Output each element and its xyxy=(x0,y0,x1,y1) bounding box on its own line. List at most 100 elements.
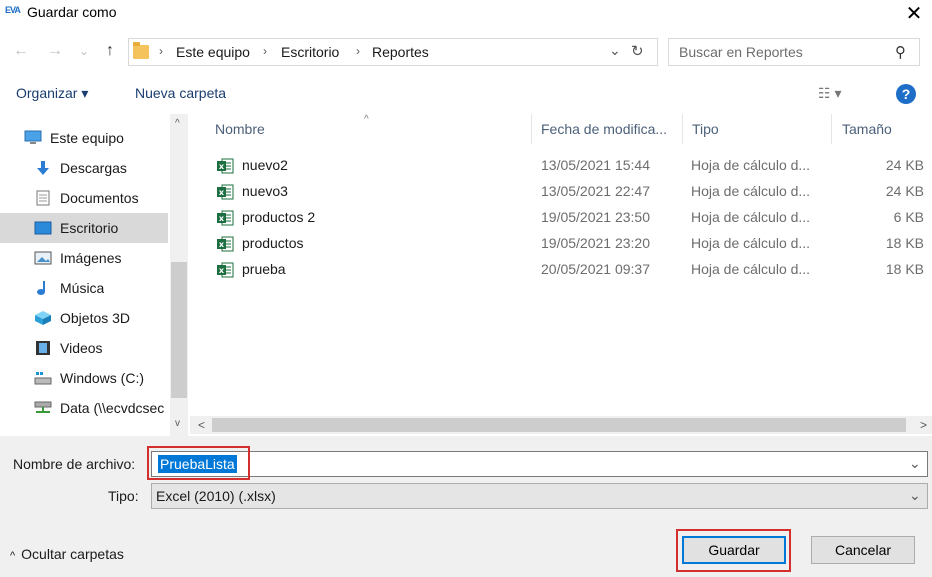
view-options-button[interactable]: ☷ ▾ xyxy=(818,85,841,102)
sidebar-scroll-down-icon[interactable]: v xyxy=(175,418,180,429)
search-input[interactable]: Buscar en Reportes xyxy=(679,44,803,60)
column-header-date[interactable]: Fecha de modifica... xyxy=(541,121,667,137)
column-divider[interactable] xyxy=(831,114,832,144)
computer-icon xyxy=(24,130,42,146)
sidebar-item-imagenes[interactable]: Imágenes xyxy=(0,243,168,273)
file-date: 13/05/2021 22:47 xyxy=(541,183,650,199)
file-type: Hoja de cálculo d... xyxy=(691,209,811,225)
file-type-select[interactable]: Excel (2010) (.xlsx) ⌄ xyxy=(151,483,928,509)
excel-file-icon: x xyxy=(217,236,234,252)
sidebar-item-label: Descargas xyxy=(60,160,127,176)
title-bar: EVA Guardar como ✕ xyxy=(0,0,932,26)
close-button[interactable]: ✕ xyxy=(896,0,932,26)
breadcrumb-separator: › xyxy=(356,44,360,58)
table-row[interactable]: x productos 19/05/2021 23:20 Hoja de cál… xyxy=(190,231,932,257)
sidebar-item-label: Videos xyxy=(60,340,103,356)
up-button[interactable]: ↑ xyxy=(99,40,121,62)
file-type-dropdown-icon[interactable]: ⌄ xyxy=(909,487,921,504)
sidebar-item-documentos[interactable]: Documentos xyxy=(0,183,168,213)
breadcrumb-separator: › xyxy=(159,44,163,58)
sidebar-item-label: Objetos 3D xyxy=(60,310,131,326)
file-type-value: Excel (2010) (.xlsx) xyxy=(156,488,276,504)
table-row[interactable]: x nuevo2 13/05/2021 15:44 Hoja de cálcul… xyxy=(190,153,932,179)
network-drive-icon xyxy=(34,400,52,416)
file-size: 18 KB xyxy=(885,261,924,277)
search-icon[interactable]: ⚲ xyxy=(895,43,906,61)
sidebar-item-label: Windows (C:) xyxy=(60,370,145,386)
desktop-icon xyxy=(34,220,52,236)
excel-file-icon: x xyxy=(217,158,234,174)
table-row[interactable]: x prueba 20/05/2021 09:37 Hoja de cálcul… xyxy=(190,257,932,283)
back-button[interactable]: ← xyxy=(10,40,32,62)
column-divider[interactable] xyxy=(531,114,532,144)
sort-ascending-icon: ^ xyxy=(364,114,369,125)
file-name: nuevo2 xyxy=(242,157,288,173)
help-icon[interactable]: ? xyxy=(896,84,916,104)
sidebar-item-objetos-3d[interactable]: Objetos 3D xyxy=(0,303,168,333)
filename-dropdown-icon[interactable]: ⌄ xyxy=(909,455,921,472)
film-icon xyxy=(34,340,52,356)
forward-button[interactable]: → xyxy=(44,40,66,62)
sidebar-scroll-up-icon[interactable]: ^ xyxy=(175,118,180,129)
column-header-name[interactable]: Nombre xyxy=(215,121,265,137)
sidebar-item-windows-c[interactable]: Windows (C:) xyxy=(0,363,168,393)
breadcrumb-separator: › xyxy=(263,44,267,58)
svg-text:x: x xyxy=(219,214,225,223)
sidebar-item-escritorio[interactable]: Escritorio xyxy=(0,213,168,243)
hide-folders-label: Ocultar carpetas xyxy=(21,546,124,562)
file-name: prueba xyxy=(242,261,286,277)
sidebar-item-musica[interactable]: Música xyxy=(0,273,168,303)
column-header-type[interactable]: Tipo xyxy=(692,121,719,137)
file-name: productos xyxy=(242,235,304,251)
sidebar-item-label: Documentos xyxy=(60,190,139,206)
sidebar-item-data-network[interactable]: Data (\\ecvdcsec xyxy=(0,393,168,423)
sidebar-item-videos[interactable]: Videos xyxy=(0,333,168,363)
file-size: 6 KB xyxy=(893,209,924,225)
scroll-right-icon[interactable]: > xyxy=(920,418,927,432)
column-header-size[interactable]: Tamaño xyxy=(842,121,892,137)
window-title: Guardar como xyxy=(27,4,117,20)
file-date: 19/05/2021 23:20 xyxy=(541,235,650,251)
new-folder-button[interactable]: Nueva carpeta xyxy=(135,85,226,101)
breadcrumb-escritorio[interactable]: Escritorio xyxy=(281,44,339,60)
file-size: 24 KB xyxy=(885,183,924,199)
svg-text:x: x xyxy=(219,162,225,171)
file-type: Hoja de cálculo d... xyxy=(691,183,811,199)
cancel-button[interactable]: Cancelar xyxy=(811,536,915,564)
save-button[interactable]: Guardar xyxy=(682,536,786,564)
cube-icon xyxy=(34,310,52,326)
pictures-icon xyxy=(34,250,52,266)
document-icon xyxy=(34,190,52,206)
filename-label: Nombre de archivo: xyxy=(13,456,136,472)
horizontal-scroll-thumb[interactable] xyxy=(212,418,906,432)
file-type: Hoja de cálculo d... xyxy=(691,157,811,173)
organize-button[interactable]: Organizar ▾ xyxy=(16,85,88,102)
sidebar-scroll-thumb[interactable] xyxy=(171,262,187,398)
svg-text:x: x xyxy=(219,240,225,249)
scroll-left-icon[interactable]: < xyxy=(198,418,205,432)
recent-locations-button[interactable]: ⌄ xyxy=(73,40,95,62)
sidebar-item-label: Este equipo xyxy=(50,130,124,146)
svg-text:x: x xyxy=(219,266,225,275)
file-size: 24 KB xyxy=(885,157,924,173)
search-box[interactable]: Buscar en Reportes ⚲ xyxy=(668,38,920,66)
column-header-row: Nombre Fecha de modifica... Tipo Tamaño xyxy=(190,114,932,144)
music-icon xyxy=(34,280,52,296)
drive-icon xyxy=(34,370,52,386)
table-row[interactable]: x productos 2 19/05/2021 23:50 Hoja de c… xyxy=(190,205,932,231)
sidebar-item-descargas[interactable]: Descargas xyxy=(0,153,168,183)
refresh-icon[interactable]: ↻ xyxy=(631,42,644,60)
table-row[interactable]: x nuevo3 13/05/2021 22:47 Hoja de cálcul… xyxy=(190,179,932,205)
breadcrumb-reportes[interactable]: Reportes xyxy=(372,44,429,60)
address-dropdown-icon[interactable]: ⌄ xyxy=(609,42,621,59)
filename-field[interactable]: PruebaLista ⌄ xyxy=(151,451,928,477)
hide-folders-button[interactable]: ^ Ocultar carpetas xyxy=(10,546,124,562)
svg-text:x: x xyxy=(219,188,225,197)
file-size: 18 KB xyxy=(885,235,924,251)
file-name: nuevo3 xyxy=(242,183,288,199)
excel-file-icon: x xyxy=(217,210,234,226)
address-bar[interactable]: › Este equipo › Escritorio › Reportes ⌄ … xyxy=(128,38,658,66)
breadcrumb-este-equipo[interactable]: Este equipo xyxy=(176,44,250,60)
column-divider[interactable] xyxy=(682,114,683,144)
sidebar-item-este-equipo[interactable]: Este equipo xyxy=(0,123,168,153)
